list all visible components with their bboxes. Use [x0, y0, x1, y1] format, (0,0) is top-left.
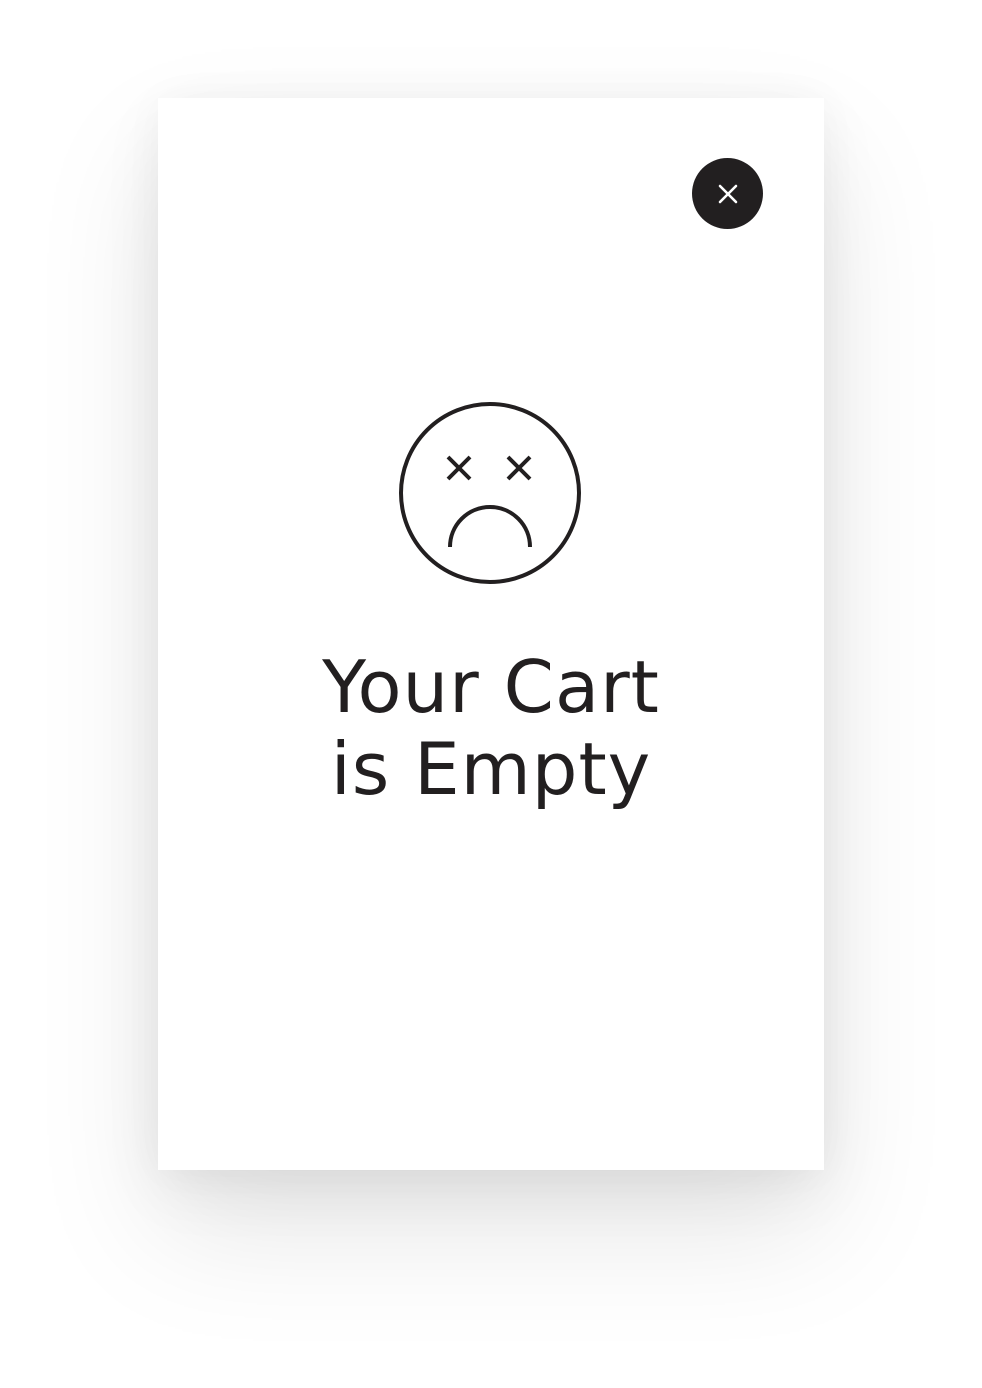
close-icon [718, 184, 737, 203]
empty-cart-title-line-2: is Empty [330, 727, 652, 811]
sad-face-icon [398, 401, 582, 585]
cart-panel: Your Cart is Empty [158, 98, 824, 1170]
close-button[interactable] [692, 158, 763, 229]
empty-cart-title: Your Cart is Empty [158, 646, 824, 810]
empty-cart-title-line-1: Your Cart [322, 645, 660, 729]
page: Your Cart is Empty [0, 0, 982, 1388]
